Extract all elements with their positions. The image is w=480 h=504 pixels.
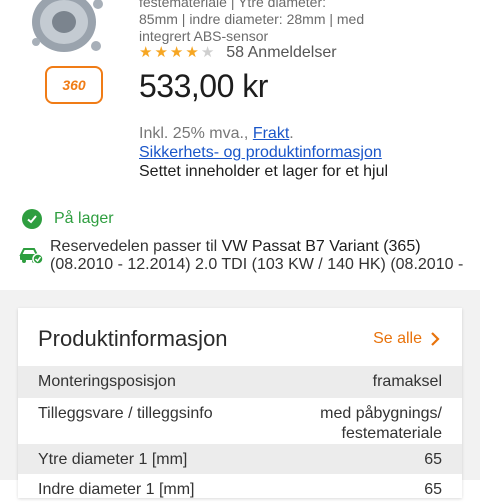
fitment-info: Reservedelen passer til VW Passat B7 Var… <box>18 238 480 274</box>
table-row: Tilleggsvare / tilleggsinfo med påbygnin… <box>18 398 462 444</box>
safety-info-row: Sikkerhets- og produktinformasjon <box>139 144 382 162</box>
check-circle-icon <box>22 209 42 229</box>
description-line: festemateriale | Ytre diameter: <box>139 0 327 10</box>
table-row: Monteringsposisjon framaksel <box>18 366 462 398</box>
tax-suffix: . <box>289 125 294 142</box>
row-value-line: med påbygnings/ <box>320 405 442 422</box>
row-value: 65 <box>424 451 442 468</box>
star-icon: ★ <box>154 44 168 61</box>
tax-prefix: Inkl. 25% mva., <box>139 125 253 142</box>
star-icon: ★ <box>139 44 153 61</box>
row-value: med påbygnings/ festemateriale <box>320 398 442 444</box>
safety-info-link[interactable]: Sikkerhets- og produktinformasjon <box>139 144 382 161</box>
product-price: 533,00 kr <box>139 68 268 104</box>
row-value: 65 <box>424 481 442 498</box>
row-key: Tilleggsvare / tilleggsinfo <box>38 405 213 422</box>
set-info: Settet inneholder et lager for et hjul <box>139 163 389 180</box>
row-key: Ytre diameter 1 [mm] <box>38 451 188 468</box>
freight-link[interactable]: Frakt <box>253 125 289 142</box>
reviews-count[interactable]: 58 Anmeldelser <box>226 44 336 62</box>
table-row: Indre diameter 1 [mm] 65 <box>18 474 462 504</box>
stock-label: På lager <box>54 210 114 227</box>
rating[interactable]: ★ ★ ★ ★ ★ 58 Anmeldelser <box>139 44 337 62</box>
description-line: 85mm | indre diameter: 28mm | med <box>139 11 365 27</box>
row-key: Indre diameter 1 [mm] <box>38 481 195 498</box>
view-360-label: 360 <box>62 77 86 93</box>
product-info-title: Produktinformasjon <box>38 326 228 351</box>
car-check-icon <box>19 248 44 265</box>
product-summary: 360 festemateriale | Ytre diameter: 85mm… <box>0 0 480 290</box>
row-value: framaksel <box>372 373 442 390</box>
fitment-vehicle: VW Passat B7 Variant (365) <box>221 238 421 255</box>
star-empty-icon: ★ <box>200 44 215 61</box>
star-icon: ★ <box>169 44 184 61</box>
stock-status: På lager <box>22 209 114 229</box>
view-360-button[interactable]: 360 <box>45 66 103 104</box>
chevron-right-icon <box>431 332 440 346</box>
see-all-button[interactable]: Se alle <box>373 330 440 348</box>
fitment-text: Reservedelen passer til VW Passat B7 Var… <box>50 238 480 274</box>
fitment-prefix: Reservedelen passer til <box>50 238 222 255</box>
see-all-label: Se alle <box>373 330 422 347</box>
description-line: integrert ABS-sensor <box>139 28 269 44</box>
star-icon: ★ <box>185 44 199 61</box>
product-description: festemateriale | Ytre diameter: 85mm | i… <box>139 0 459 45</box>
fitment-details: (08.2010 - 12.2014) 2.0 TDI (103 KW / 14… <box>50 256 464 273</box>
row-key: Monteringsposisjon <box>38 373 176 390</box>
product-info-card: Produktinformasjon Se alle Monteringspos… <box>18 308 462 498</box>
wheel-hub-image[interactable] <box>28 0 106 56</box>
table-row: Ytre diameter 1 [mm] 65 <box>18 444 462 474</box>
tax-info: Inkl. 25% mva., Frakt. <box>139 125 294 143</box>
row-value-line: festemateriale <box>341 425 443 442</box>
